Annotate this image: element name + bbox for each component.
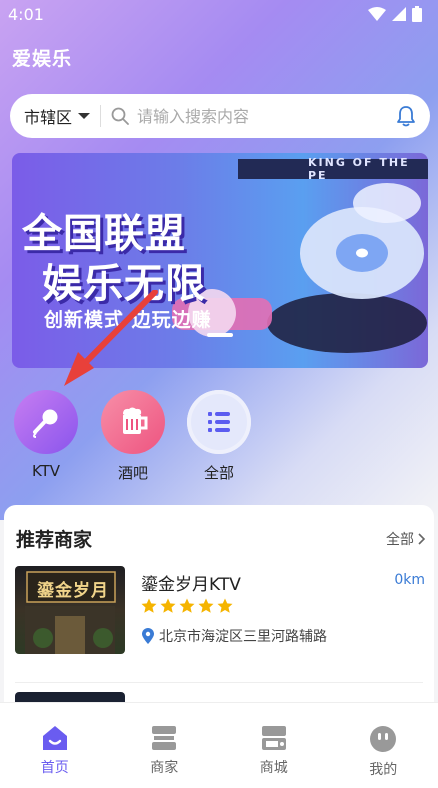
merchant-divider	[15, 682, 423, 683]
star-icon	[198, 598, 214, 613]
view-all-link[interactable]: 全部	[386, 529, 426, 549]
section-header: 推荐商家 全部	[16, 525, 426, 552]
search-icon	[111, 107, 129, 125]
search-input[interactable]	[137, 106, 396, 126]
list-icon	[187, 390, 251, 454]
merchant-rating	[141, 598, 233, 614]
search-divider	[100, 105, 102, 127]
category-bar[interactable]: 酒吧	[100, 390, 166, 483]
tab-profile[interactable]: 我的	[329, 703, 438, 788]
star-icon	[160, 598, 176, 613]
microphone-icon	[14, 390, 78, 454]
tab-merchants[interactable]: 商家	[110, 703, 220, 788]
star-icon	[217, 598, 233, 613]
signal-icon	[392, 7, 406, 21]
merchant-name: 鎏金岁月KTV	[141, 575, 241, 595]
wifi-icon	[368, 7, 386, 21]
chevron-right-icon	[418, 532, 426, 545]
district-label: 市辖区	[24, 108, 73, 127]
merchant-thumbnail: 鎏金岁月	[15, 566, 125, 654]
merchant-card[interactable]: 鎏金岁月 鎏金岁月KTV 0km 北京市海淀区三里河路辅路	[15, 566, 425, 656]
profile-icon	[370, 726, 397, 752]
category-ktv[interactable]: KTV	[13, 390, 79, 480]
store-icon	[152, 726, 177, 750]
merchant-address-text: 北京市海淀区三里河路辅路	[159, 629, 327, 645]
bell-icon[interactable]	[396, 105, 416, 127]
district-selector[interactable]: 市辖区	[24, 104, 91, 128]
merchant-distance: 0km	[394, 572, 425, 588]
category-label: KTV	[31, 462, 61, 480]
category-row: KTV 酒吧 全部	[0, 390, 438, 490]
category-label: 酒吧	[117, 464, 148, 482]
chevron-down-icon	[78, 113, 91, 119]
star-icon	[179, 598, 195, 613]
tab-label: 我的	[369, 762, 398, 778]
home-icon	[42, 726, 67, 750]
battery-icon	[412, 6, 422, 22]
status-icons	[368, 6, 422, 22]
tab-label: 首页	[40, 760, 69, 776]
view-all-label: 全部	[386, 531, 414, 548]
status-time: 4:01	[8, 4, 44, 24]
tab-label: 商家	[150, 760, 179, 776]
section-title: 推荐商家	[16, 529, 93, 551]
category-label: 全部	[203, 464, 234, 482]
red-arrow-annotation	[64, 290, 158, 386]
star-icon	[141, 598, 157, 613]
tab-mall[interactable]: 商城	[219, 703, 329, 788]
location-pin-icon	[142, 628, 154, 644]
tab-label: 商城	[259, 760, 288, 776]
banner-pager-indicator	[207, 333, 233, 337]
search-bar: 市辖区	[10, 94, 430, 138]
status-bar: 4:01	[0, 0, 438, 28]
tab-home[interactable]: 首页	[0, 703, 110, 788]
beer-icon	[101, 390, 165, 454]
category-all[interactable]: 全部	[186, 390, 252, 483]
mall-icon	[261, 726, 286, 750]
merchant-address: 北京市海淀区三里河路辅路	[141, 626, 327, 646]
bottom-tab-bar: 首页 商家 商城 我的	[0, 702, 438, 788]
merchant-sign: 鎏金岁月	[37, 581, 109, 601]
app-title: 爱娱乐	[12, 48, 73, 70]
